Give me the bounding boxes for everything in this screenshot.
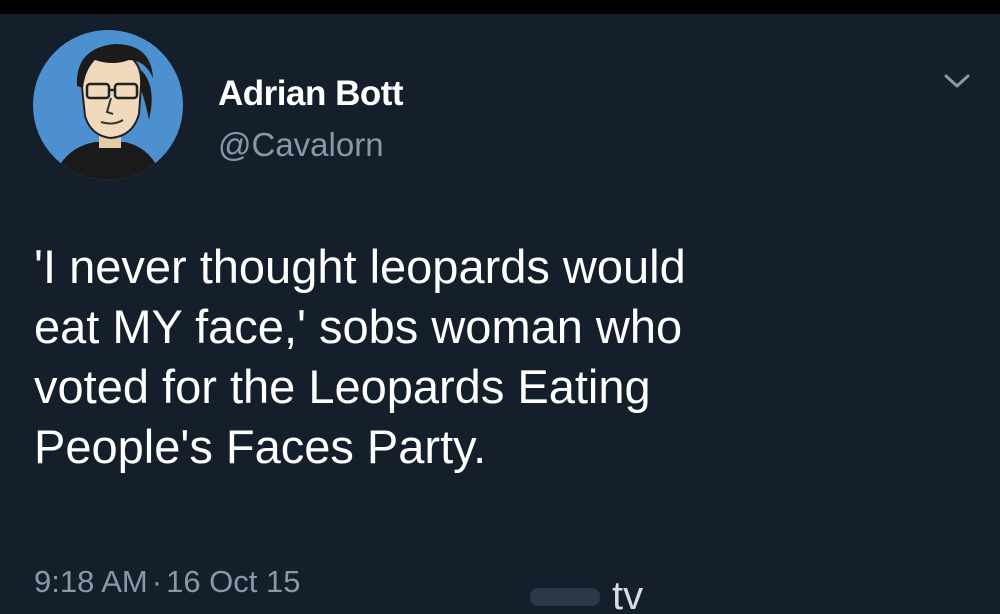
author-avatar[interactable] — [33, 30, 183, 180]
tweet-text-line: 'I never thought leopards would — [34, 240, 686, 293]
tweet-date: 16 Oct 15 — [166, 564, 301, 599]
author-handle[interactable]: @Cavalorn — [218, 126, 384, 164]
timestamp-separator: · — [151, 564, 163, 599]
tweet-text-line: eat MY face,' sobs woman who — [34, 300, 683, 353]
watermark-blur — [530, 588, 600, 606]
chevron-down-icon[interactable] — [940, 70, 974, 92]
author-name[interactable]: Adrian Bott — [218, 74, 404, 114]
tweet-text: 'I never thought leopards would eat MY f… — [34, 237, 974, 477]
tweet-time: 9:18 AM — [34, 564, 148, 599]
cartoon-avatar-icon — [33, 30, 183, 180]
tweet-timestamp[interactable]: 9:18 AM · 16 Oct 15 — [34, 562, 301, 602]
watermark: tv — [530, 572, 710, 614]
tweet-text-line: voted for the Leopards Eating — [34, 360, 651, 413]
tweet-text-line: People's Faces Party. — [34, 420, 487, 473]
watermark-text: tv — [612, 574, 644, 614]
top-strip — [0, 0, 1000, 14]
